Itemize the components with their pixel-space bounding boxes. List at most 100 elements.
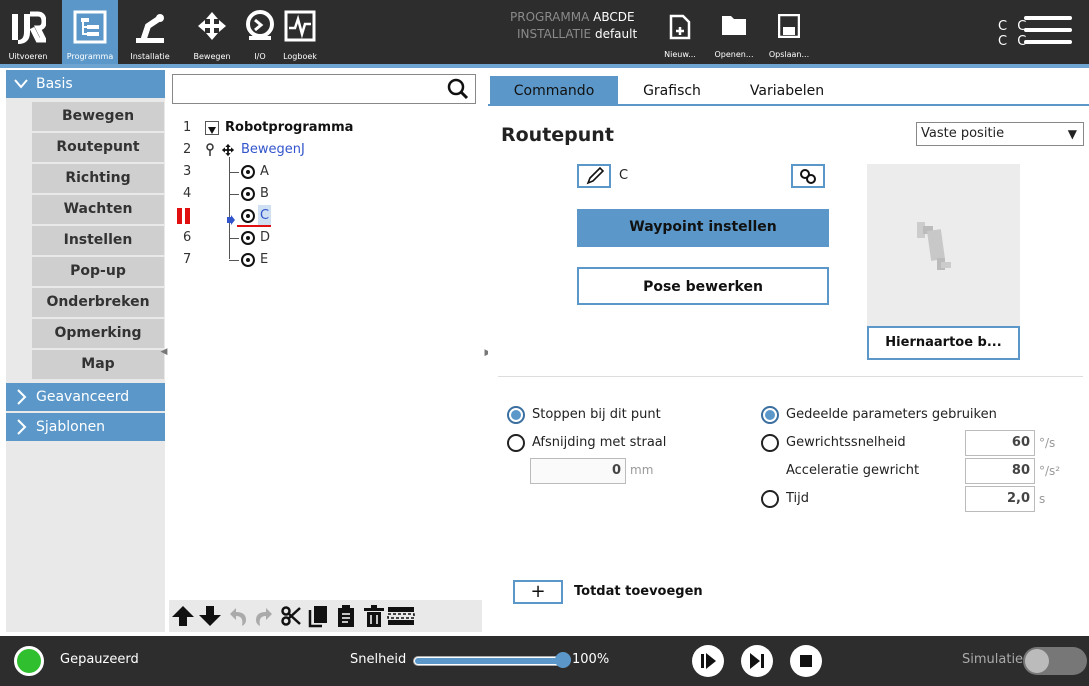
- new-file-icon: [669, 14, 691, 40]
- tree-row[interactable]: 4 B: [169, 183, 479, 205]
- expand-toggle-icon[interactable]: [205, 121, 219, 135]
- tree-row[interactable]: 3 A: [169, 161, 479, 183]
- undo-icon[interactable]: [226, 604, 250, 628]
- tree-toolbar: [169, 600, 482, 632]
- folder-icon: [722, 16, 746, 35]
- play-button[interactable]: [692, 645, 724, 677]
- tab-graphics[interactable]: Grafisch: [624, 76, 720, 106]
- basis-item-folder[interactable]: Map: [32, 350, 164, 379]
- paste-icon[interactable]: [334, 604, 358, 628]
- nav-run-button[interactable]: Uitvoeren: [0, 0, 56, 64]
- time-unit: s: [1039, 492, 1046, 506]
- step-button[interactable]: [741, 645, 773, 677]
- nav-log-button[interactable]: Logboek: [272, 0, 328, 64]
- basis-item-set[interactable]: Instellen: [32, 226, 164, 255]
- nav-installation-label: Installatie: [130, 52, 170, 61]
- tree-connector: [229, 194, 239, 195]
- save-file-button[interactable]: Opslaan...: [761, 6, 817, 62]
- rename-waypoint-button[interactable]: [577, 164, 611, 188]
- speed-slider-fill: [415, 658, 566, 664]
- simulation-label: Simulatie: [962, 652, 1024, 667]
- stop-button[interactable]: [790, 645, 822, 677]
- pause-marker-icon: [177, 208, 182, 224]
- stop-icon: [800, 655, 812, 667]
- edit-pose-button[interactable]: Pose bewerken: [577, 267, 829, 305]
- add-until-label: Totdat toevoegen: [574, 584, 703, 599]
- joint-speed-radio[interactable]: [761, 434, 779, 452]
- shared-params-radio[interactable]: [761, 406, 779, 424]
- basis-item-move[interactable]: Bewegen: [32, 102, 164, 131]
- delete-icon[interactable]: [362, 604, 386, 628]
- tab-command[interactable]: Commando: [490, 76, 618, 106]
- blend-radius-input[interactable]: 0: [530, 458, 626, 484]
- tree-search-input[interactable]: [172, 74, 476, 104]
- speed-slider[interactable]: [413, 652, 571, 668]
- waypoint-icon: [241, 209, 255, 223]
- joint-speed-input[interactable]: 60: [965, 430, 1035, 456]
- basis-item-wait[interactable]: Wachten: [32, 195, 164, 224]
- basis-item-popup[interactable]: Pop-up: [32, 257, 164, 286]
- tree-connector: [229, 238, 239, 239]
- robot-status-text: Gepauzeerd: [60, 652, 139, 667]
- speed-slider-handle[interactable]: [555, 652, 571, 668]
- tree-node-label: E: [260, 252, 269, 267]
- tree-row-selected[interactable]: C: [169, 205, 479, 227]
- basis-item-comment[interactable]: Opmerking: [32, 319, 164, 348]
- basis-item-waypoint[interactable]: Routepunt: [32, 133, 164, 162]
- node-editor-panel: Commando Grafisch Variabelen Routepunt V…: [488, 70, 1089, 632]
- add-until-button[interactable]: +: [513, 580, 563, 604]
- position-type-select[interactable]: Vaste positie ▼: [916, 122, 1084, 146]
- open-file-button[interactable]: Openen...: [706, 6, 762, 62]
- tree-row[interactable]: 2 BewegenJ: [169, 139, 479, 161]
- hamburger-menu-icon[interactable]: [1024, 16, 1072, 52]
- stop-at-point-label: Stoppen bij dit punt: [532, 407, 661, 422]
- line-number: 7: [183, 252, 192, 267]
- tree-row[interactable]: 1 Robotprogramma: [169, 117, 479, 139]
- suppress-icon[interactable]: [387, 604, 415, 628]
- move-here-button[interactable]: Hiernaartoe b...: [867, 326, 1020, 360]
- stop-at-point-radio[interactable]: [507, 406, 525, 424]
- category-advanced[interactable]: Geavanceerd: [6, 383, 165, 411]
- set-waypoint-button[interactable]: Waypoint instellen: [577, 209, 829, 247]
- search-icon[interactable]: [447, 78, 469, 104]
- installation-info: INSTALLATIE default: [517, 27, 637, 41]
- program-tree-panel: 1 Robotprogramma 2 BewegenJ 3 A 4 B C 6 …: [169, 70, 482, 632]
- link-waypoint-button[interactable]: [791, 164, 825, 188]
- waypoint-icon: [241, 187, 255, 201]
- open-file-label: Openen...: [714, 50, 754, 59]
- time-radio[interactable]: [761, 490, 779, 508]
- editor-tabs: Commando Grafisch Variabelen: [488, 76, 1089, 106]
- save-file-label: Opslaan...: [768, 50, 810, 59]
- tree-row[interactable]: 6 D: [169, 227, 479, 249]
- basis-item-direction[interactable]: Richting: [32, 164, 164, 193]
- move-down-icon[interactable]: [198, 604, 222, 628]
- move-up-icon[interactable]: [171, 604, 195, 628]
- joint-accel-input[interactable]: 80: [965, 458, 1035, 484]
- waypoint-name: C: [619, 168, 629, 183]
- redo-icon[interactable]: [252, 604, 276, 628]
- basis-item-halt[interactable]: Onderbreken: [32, 288, 164, 317]
- robot-status-indicator-icon[interactable]: [14, 646, 44, 676]
- section-divider: [498, 376, 1083, 377]
- joint-accel-unit: °/s²: [1039, 464, 1061, 478]
- cut-icon[interactable]: [280, 604, 304, 628]
- simulation-toggle[interactable]: [1023, 647, 1087, 675]
- category-basis[interactable]: Basis: [6, 70, 165, 98]
- new-file-button[interactable]: Nieuw...: [652, 6, 708, 62]
- line-number: 4: [183, 186, 192, 201]
- line-number: 2: [183, 142, 192, 157]
- chevron-down-icon: [14, 70, 28, 108]
- nav-program-button[interactable]: Programma: [62, 0, 118, 64]
- nav-installation-button[interactable]: Installatie: [122, 0, 178, 64]
- pause-marker-icon: [185, 208, 190, 224]
- topbar-accent-line: [0, 64, 1089, 68]
- blend-radius-radio[interactable]: [507, 434, 525, 452]
- tree-row[interactable]: 7 E: [169, 249, 479, 271]
- play-icon: [701, 653, 716, 669]
- copy-icon[interactable]: [306, 604, 330, 628]
- time-input[interactable]: 2,0: [965, 486, 1035, 512]
- nav-program-label: Programma: [66, 52, 114, 61]
- line-number: 3: [183, 164, 192, 179]
- category-templates[interactable]: Sjablonen: [6, 413, 165, 441]
- tab-variables[interactable]: Variabelen: [734, 76, 840, 106]
